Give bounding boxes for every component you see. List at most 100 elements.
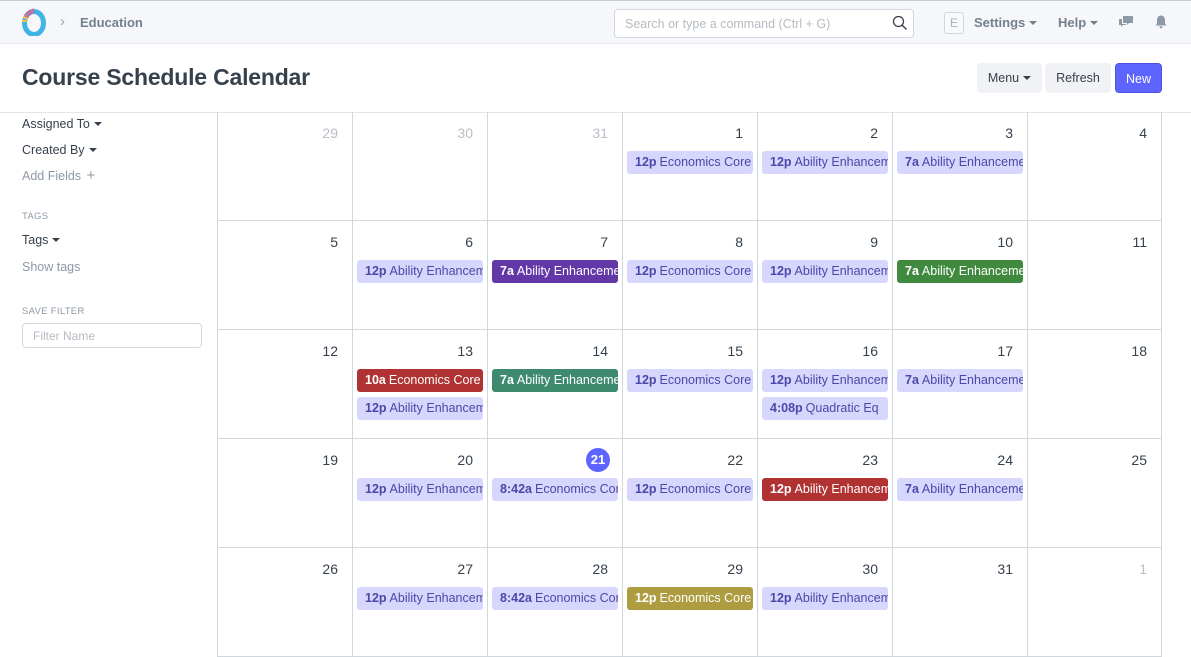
- calendar-day-cell[interactable]: 1: [1027, 548, 1162, 657]
- search-input[interactable]: [615, 10, 875, 37]
- event-title: Ability Enhancement: [516, 264, 618, 278]
- day-number: 5: [330, 234, 338, 250]
- calendar-day-cell[interactable]: 27 12pAbility Enhancement: [352, 548, 487, 657]
- assigned-to-dropdown[interactable]: Assigned To: [22, 117, 102, 131]
- calendar-day-cell[interactable]: 11: [1027, 221, 1162, 330]
- calendar-event[interactable]: 12pAbility Enhancement: [762, 151, 888, 174]
- calendar-event[interactable]: 12pAbility Enhancement: [357, 478, 483, 501]
- calendar-event[interactable]: 7aAbility Enhancement: [897, 478, 1023, 501]
- calendar-day-cell[interactable]: 20 12pAbility Enhancement: [352, 439, 487, 548]
- calendar-day-cell[interactable]: 1310aEconomics Core12pAbility Enhancemen…: [352, 330, 487, 439]
- day-number: 19: [322, 452, 338, 468]
- day-number: 26: [322, 561, 338, 577]
- calendar-day-cell[interactable]: 6 12pAbility Enhancement: [352, 221, 487, 330]
- calendar-event[interactable]: 7aAbility Enhancement: [492, 369, 618, 392]
- user-avatar[interactable]: E: [944, 12, 964, 34]
- calendar-event[interactable]: 7aAbility Enhancement: [492, 260, 618, 283]
- calendar-event[interactable]: 12pAbility Enhancement: [762, 587, 888, 610]
- calendar-day-cell[interactable]: 8 12p Economics Core: [622, 221, 757, 330]
- bell-icon[interactable]: [1153, 14, 1169, 30]
- calendar-event[interactable]: 8:42a Economics Core: [492, 478, 618, 501]
- calendar-day-cell[interactable]: 16 12pAbility Enhancement 4:08pQuadratic E…: [757, 330, 892, 439]
- day-number: 7: [600, 234, 608, 250]
- created-by-dropdown[interactable]: Created By: [22, 143, 97, 157]
- calendar-event[interactable]: 12p Economics Core: [627, 478, 753, 501]
- calendar-day-cell[interactable]: 28 8:42a Economics Core: [487, 548, 622, 657]
- event-time: 8:42a: [500, 591, 532, 605]
- calendar-day-cell[interactable]: 3 7aAbility Enhancement: [892, 112, 1027, 221]
- chat-icon[interactable]: [1118, 14, 1134, 30]
- event-time: 4:08p: [770, 401, 803, 415]
- calendar-day-cell[interactable]: 24 7aAbility Enhancement: [892, 439, 1027, 548]
- calendar-day-cell[interactable]: 4: [1027, 112, 1162, 221]
- calendar-event[interactable]: 12pAbility Enhancement: [762, 478, 888, 501]
- day-number: 30: [862, 561, 878, 577]
- calendar-event[interactable]: 12pAbility Enhancement: [357, 260, 483, 283]
- tags-label: Tags: [22, 233, 49, 247]
- calendar-event[interactable]: 10a Economics Core: [357, 369, 483, 392]
- calendar-day-cell[interactable]: 31: [892, 548, 1027, 657]
- page-title: Course Schedule Calendar: [22, 64, 310, 90]
- calendar-event[interactable]: 12p Economics Core: [627, 587, 753, 610]
- day-number: 25: [1131, 452, 1147, 468]
- event-time: 12p: [770, 591, 792, 605]
- event-title: Economics Core: [659, 482, 752, 496]
- calendar-day-cell[interactable]: 31: [487, 112, 622, 221]
- settings-label: Settings: [974, 15, 1026, 30]
- calendar-day-cell[interactable]: 29: [217, 112, 352, 221]
- calendar-day-cell[interactable]: 23 12pAbility Enhancement: [757, 439, 892, 548]
- calendar-event[interactable]: 7aAbility Enhancement: [897, 369, 1023, 392]
- day-number: 30: [457, 125, 473, 141]
- calendar-day-cell[interactable]: 17 7aAbility Enhancement: [892, 330, 1027, 439]
- calendar-event[interactable]: 12p Economics Core: [627, 151, 753, 174]
- filter-name-input[interactable]: [22, 323, 202, 348]
- add-fields-link[interactable]: Add Fields +: [22, 167, 95, 184]
- calendar-day-cell[interactable]: 30 12pAbility Enhancement: [757, 548, 892, 657]
- tags-dropdown[interactable]: Tags: [22, 233, 61, 247]
- breadcrumb-chevron-icon: ›: [60, 13, 65, 30]
- calendar-day-cell[interactable]: 12: [217, 330, 352, 439]
- calendar-day-cell[interactable]: 21 8:42a Economics Core: [487, 439, 622, 548]
- search-icon[interactable]: [892, 15, 908, 31]
- event-title: Ability Enhancement: [794, 155, 888, 169]
- breadcrumb-education[interactable]: Education: [80, 15, 143, 30]
- show-tags-link[interactable]: Show tags: [22, 260, 80, 274]
- event-title: Ability Enhancement: [389, 264, 483, 278]
- calendar-day-cell[interactable]: 19: [217, 439, 352, 548]
- calendar-day-cell[interactable]: 15 12p Economics Core: [622, 330, 757, 439]
- calendar-event[interactable]: 8:42a Economics Core: [492, 587, 618, 610]
- calendar-event[interactable]: 12pAbility Enhancement: [357, 397, 483, 420]
- calendar-day-cell[interactable]: 9 12pAbility Enhancement: [757, 221, 892, 330]
- day-number: 22: [727, 452, 743, 468]
- calendar-event[interactable]: 12pAbility Enhancement: [357, 587, 483, 610]
- event-time: 12p: [365, 264, 387, 278]
- calendar-event[interactable]: 12p Economics Core: [627, 369, 753, 392]
- settings-dropdown[interactable]: Settings: [974, 15, 1038, 30]
- menu-label: Menu: [987, 71, 1020, 85]
- event-time: 12p: [635, 373, 657, 387]
- calendar-day-cell[interactable]: 25: [1027, 439, 1162, 548]
- calendar-day-cell[interactable]: 22 12p Economics Core: [622, 439, 757, 548]
- calendar-day-cell[interactable]: 1 12p Economics Core: [622, 112, 757, 221]
- calendar-day-cell[interactable]: 14 7aAbility Enhancement: [487, 330, 622, 439]
- calendar-day-cell[interactable]: 18: [1027, 330, 1162, 439]
- help-dropdown[interactable]: Help: [1058, 15, 1099, 30]
- calendar-event[interactable]: 4:08p Quadratic Eq: [762, 397, 888, 420]
- calendar-event[interactable]: 7aAbility Enhancement: [897, 260, 1023, 283]
- refresh-button[interactable]: Refresh: [1045, 63, 1111, 93]
- calendar-day-cell[interactable]: 10 7aAbility Enhancement: [892, 221, 1027, 330]
- calendar-day-cell[interactable]: 7 7aAbility Enhancement: [487, 221, 622, 330]
- calendar-day-cell[interactable]: 29 12p Economics Core: [622, 548, 757, 657]
- calendar-event[interactable]: 7aAbility Enhancement: [897, 151, 1023, 174]
- calendar-event[interactable]: 12pAbility Enhancement: [762, 260, 888, 283]
- app-logo-icon[interactable]: [22, 8, 46, 36]
- calendar-event[interactable]: 12pAbility Enhancement: [762, 369, 888, 392]
- event-time: 12p: [635, 155, 657, 169]
- calendar-day-cell[interactable]: 5: [217, 221, 352, 330]
- calendar-day-cell[interactable]: 26: [217, 548, 352, 657]
- calendar-event[interactable]: 12p Economics Core: [627, 260, 753, 283]
- calendar-day-cell[interactable]: 2 12pAbility Enhancement: [757, 112, 892, 221]
- calendar-day-cell[interactable]: 30: [352, 112, 487, 221]
- menu-button[interactable]: Menu: [977, 63, 1042, 93]
- new-button[interactable]: New: [1115, 63, 1162, 93]
